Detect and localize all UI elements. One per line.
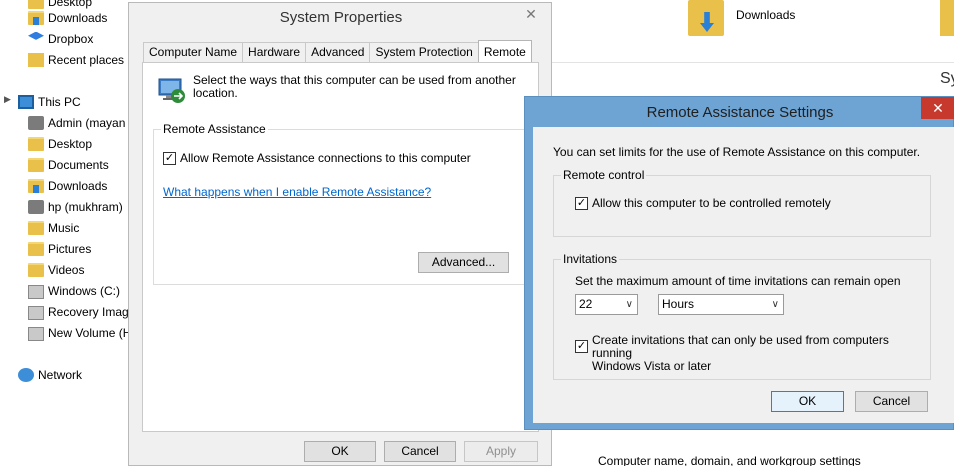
nav-item-label: Recovery Imag — [48, 304, 129, 319]
checkbox-label: Create invitations that can only be used… — [592, 334, 930, 373]
network-icon — [18, 367, 34, 382]
user-icon — [28, 199, 44, 214]
checkbox-label: Allow Remote Assistance connections to t… — [180, 151, 471, 165]
navigation-pane: Desktop Downloads Dropbox Recent places … — [0, 0, 132, 466]
downloads-folder-icon — [28, 178, 44, 193]
nav-item-label: Network — [38, 367, 83, 382]
system-heading-fragment: Sy — [940, 70, 954, 87]
close-button[interactable]: ✕ — [921, 97, 954, 119]
downloads-folder-icon — [28, 10, 44, 25]
nav-item-label: Admin (mayan — [48, 115, 126, 130]
vista-only-invitations-checkbox[interactable]: ✓ Create invitations that can only be us… — [575, 334, 930, 373]
computer-icon — [18, 94, 34, 109]
allow-remote-assistance-checkbox[interactable]: ✓ Allow Remote Assistance connections to… — [163, 152, 471, 165]
user-icon — [28, 115, 44, 130]
ok-button[interactable]: OK — [304, 441, 376, 462]
drive-icon — [28, 285, 44, 299]
ok-button[interactable]: OK — [771, 391, 844, 412]
folder-icon[interactable] — [940, 0, 954, 36]
dialog-intro-text: You can set limits for the use of Remote… — [553, 145, 921, 159]
folder-icon — [28, 241, 44, 256]
nav-item-label: Dropbox — [48, 31, 94, 46]
tab-bar: Computer Name Hardware Advanced System P… — [143, 40, 532, 62]
remote-computer-icon — [158, 78, 185, 103]
time-value-select[interactable]: 22 ∨ — [575, 294, 638, 315]
nav-item-label: This PC — [38, 94, 81, 109]
drive-icon — [28, 327, 44, 341]
remote-intro-text: Select the ways that this computer can b… — [193, 73, 516, 100]
tab-hardware[interactable]: Hardware — [242, 42, 307, 62]
nav-item-label: Downloads — [48, 178, 108, 193]
recent-places-icon — [28, 52, 44, 67]
nav-item-label: Music — [48, 220, 80, 235]
allow-remote-control-checkbox[interactable]: ✓ Allow this computer to be controlled r… — [575, 197, 831, 210]
group-legend: Invitations — [561, 252, 620, 266]
checkmark-icon[interactable]: ✓ — [575, 340, 588, 353]
time-unit-select[interactable]: Hours ∨ — [658, 294, 784, 315]
dropbox-icon — [28, 31, 44, 40]
tab-system-protection[interactable]: System Protection — [369, 42, 479, 62]
nav-item-label: Windows (C:) — [48, 283, 121, 298]
remote-tab-page: Select the ways that this computer can b… — [142, 62, 539, 432]
nav-item-label: New Volume (H — [48, 325, 132, 340]
nav-item-label: Pictures — [48, 241, 92, 256]
checkbox-label-line: Windows Vista or later — [592, 359, 712, 373]
invitations-group: Invitations Set the maximum amount of ti… — [553, 252, 931, 380]
nav-item-label: Downloads — [48, 10, 108, 25]
help-link[interactable]: What happens when I enable Remote Assist… — [163, 185, 431, 199]
checkbox-label: Allow this computer to be controlled rem… — [592, 196, 831, 210]
folder-icon — [28, 157, 44, 172]
close-button[interactable]: ✕ — [517, 5, 545, 23]
cancel-button[interactable]: Cancel — [384, 441, 456, 462]
cancel-button[interactable]: Cancel — [855, 391, 928, 412]
group-legend: Remote control — [561, 168, 647, 182]
nav-item-label: Videos — [48, 262, 85, 277]
group-legend: Remote Assistance — [161, 122, 268, 136]
expand-chevron-icon[interactable]: ▶ — [4, 94, 11, 105]
nav-item-label: hp (mukhram) — [48, 199, 123, 214]
computer-name-heading: Computer name, domain, and workgroup set… — [598, 454, 861, 466]
folder-icon — [28, 136, 44, 151]
checkmark-icon[interactable]: ✓ — [575, 197, 588, 210]
remote-control-group: Remote control ✓ Allow this computer to … — [553, 168, 931, 237]
max-time-label: Set the maximum amount of time invitatio… — [575, 274, 901, 288]
dialog-title: Remote Assistance Settings — [646, 104, 834, 121]
selected-value: Hours — [662, 297, 695, 311]
tab-advanced[interactable]: Advanced — [305, 42, 371, 62]
tab-computer-name[interactable]: Computer Name — [143, 42, 244, 62]
nav-item-network[interactable]: Network — [18, 364, 146, 385]
chevron-down-icon: ∨ — [771, 299, 779, 310]
dialog-client-area: You can set limits for the use of Remote… — [533, 127, 954, 423]
nav-item-label: Recent places — [48, 52, 125, 67]
apply-button[interactable]: Apply — [464, 441, 538, 462]
folder-label[interactable]: Downloads — [736, 8, 795, 22]
folder-icon — [28, 262, 44, 277]
window-title: System Properties — [279, 9, 403, 26]
drive-icon — [28, 306, 44, 320]
nav-item-this-pc[interactable]: This PC — [18, 91, 146, 112]
checkbox-label-line: Create invitations that can only be used… — [592, 333, 889, 360]
system-properties-window: System Properties ✕ Computer Name Hardwa… — [128, 2, 552, 466]
downloads-folder-icon[interactable] — [688, 0, 724, 36]
tab-remote[interactable]: Remote — [477, 40, 532, 62]
nav-item-label: Documents — [48, 157, 109, 172]
selected-value: 22 — [579, 297, 593, 311]
remote-assistance-settings-dialog: Remote Assistance Settings ✕ You can set… — [524, 96, 954, 430]
advanced-button[interactable]: Advanced... — [418, 252, 509, 273]
nav-item-label: Desktop — [48, 136, 93, 151]
checkmark-icon[interactable]: ✓ — [163, 152, 176, 165]
folder-icon — [28, 220, 44, 235]
chevron-down-icon: ∨ — [625, 299, 633, 310]
remote-assistance-group: Remote Assistance ✓ Allow Remote Assista… — [153, 122, 531, 285]
